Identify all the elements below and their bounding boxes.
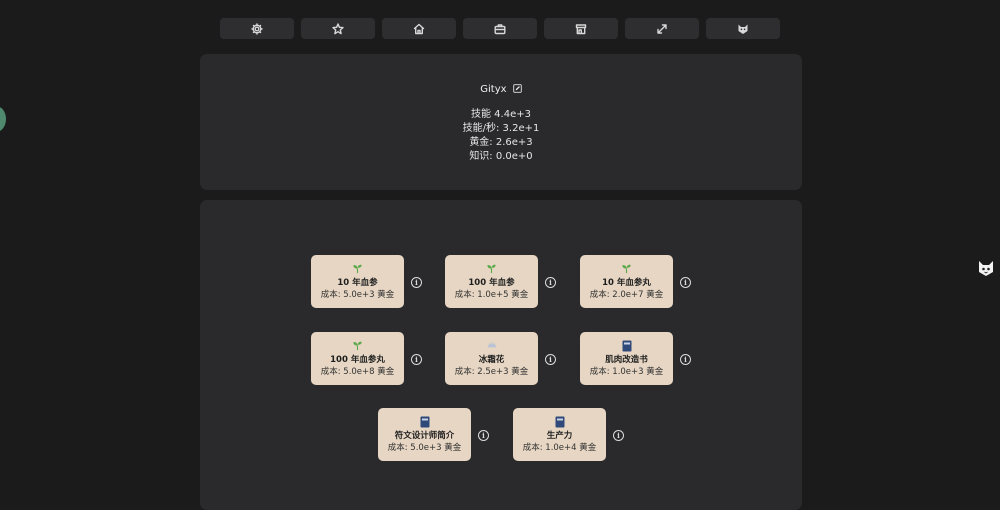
item-title: 10 年血参 [337,278,378,288]
item-title: 肌肉改造书 [605,355,648,365]
stat-skill-per-second: 技能/秒: 3.2e+1 [462,123,540,134]
item-title: 10 年血参丸 [602,278,651,288]
shop-panel: 10 年血参 成本: 5.0e+3 黄金 i 100 年血参 成本: 1.0e+… [200,200,802,510]
shop-item-card[interactable]: 100 年血参丸 成本: 5.0e+8 黄金 [311,332,404,385]
book-icon [622,340,631,352]
shop-button[interactable] [544,18,618,39]
store-icon [575,23,587,34]
sprout-icon [353,341,362,351]
cat-icon [738,24,748,34]
profile-panel: Gityx 技能 4.4e+3 技能/秒: 3.2e+1 黄金: 2.6e+3 … [200,54,802,190]
info-icon[interactable]: i [680,277,691,288]
shop-item-card[interactable]: 100 年血参 成本: 1.0e+5 黄金 [445,255,538,308]
item-cost: 成本: 5.0e+3 黄金 [387,443,462,453]
item-cost: 成本: 5.0e+3 黄金 [320,290,395,300]
sprout-icon [622,264,631,274]
shop-item-card[interactable]: 10 年血参 成本: 5.0e+3 黄金 [311,255,404,308]
stat-gold: 黄金: 2.6e+3 [469,137,533,148]
info-icon[interactable]: i [680,354,691,365]
gear-icon [251,22,263,35]
item-title: 符文设计师简介 [394,431,455,441]
home-button[interactable] [382,18,456,39]
book-icon [555,416,564,428]
shop-item-card[interactable]: 生产力 成本: 1.0e+4 黄金 [513,408,606,461]
snowflake-icon [486,341,497,348]
sprout-icon [353,264,362,274]
home-icon [413,23,425,34]
stat-skill: 技能 4.4e+3 [471,109,531,120]
shop-item-card[interactable]: 符文设计师简介 成本: 5.0e+3 黄金 [378,408,471,461]
player-name-row: Gityx [200,84,802,95]
book-icon [420,416,429,428]
item-cost: 成本: 1.0e+3 黄金 [589,367,664,377]
edit-icon[interactable] [513,84,522,93]
stat-knowledge: 知识: 0.0e+0 [469,151,533,162]
item-title: 100 年血参 [468,278,515,288]
item-cost: 成本: 2.5e+3 黄金 [454,367,529,377]
shop-item-card[interactable]: 冰霜花 成本: 2.5e+3 黄金 [445,332,538,385]
info-icon[interactable]: i [478,430,489,441]
info-icon[interactable]: i [545,354,556,365]
item-title: 冰霜花 [478,355,505,365]
info-icon[interactable]: i [545,277,556,288]
settings-button[interactable] [220,18,294,39]
expand-button[interactable] [625,18,699,39]
cat-button[interactable] [706,18,780,39]
briefcase-icon [494,23,506,34]
favorites-button[interactable] [301,18,375,39]
sprout-icon [487,264,496,274]
stats-list: 技能 4.4e+3 技能/秒: 3.2e+1 黄金: 2.6e+3 知识: 0.… [200,108,802,164]
item-cost: 成本: 2.0e+7 黄金 [589,290,664,300]
item-cost: 成本: 5.0e+8 黄金 [320,367,395,377]
info-icon[interactable]: i [411,354,422,365]
item-title: 生产力 [546,431,573,441]
star-icon [332,22,344,34]
info-icon[interactable]: i [613,430,624,441]
cat-icon[interactable] [976,258,996,278]
item-title: 100 年血参丸 [330,355,385,365]
item-cost: 成本: 1.0e+4 黄金 [522,443,597,453]
shop-item-card[interactable]: 肌肉改造书 成本: 1.0e+3 黄金 [580,332,673,385]
expand-arrows-icon [657,23,667,34]
item-cost: 成本: 1.0e+5 黄金 [454,290,529,300]
info-icon[interactable]: i [411,277,422,288]
top-toolbar [220,18,783,40]
player-name: Gityx [480,84,507,95]
jobs-button[interactable] [463,18,537,39]
side-avatar-blob [0,106,6,132]
shop-item-card[interactable]: 10 年血参丸 成本: 2.0e+7 黄金 [580,255,673,308]
